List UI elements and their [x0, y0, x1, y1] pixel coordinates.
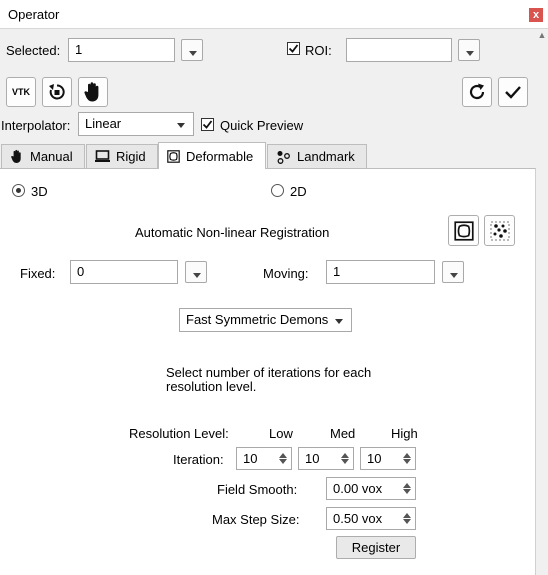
rotate-reset-icon — [49, 84, 65, 100]
field-smooth-value: 0.00 vox — [333, 481, 383, 496]
roi-dropdown-button[interactable] — [458, 39, 480, 61]
instructions-line-2: resolution level. — [166, 379, 257, 394]
tab-rigid-label: Rigid — [116, 149, 146, 164]
deformable-icon — [453, 220, 474, 241]
moving-label: Moving: — [263, 266, 309, 281]
radio-2d-label: 2D — [290, 184, 307, 199]
spin-up-icon[interactable] — [403, 483, 411, 488]
max-step-size-spinbox[interactable]: 0.50 vox — [326, 507, 416, 530]
selected-label: Selected: — [6, 43, 61, 58]
refresh-icon — [469, 83, 485, 100]
spin-down-icon[interactable] — [403, 459, 411, 464]
moving-dropdown-button[interactable] — [442, 261, 464, 283]
close-button[interactable]: x — [529, 8, 543, 22]
monitor-icon — [95, 150, 110, 162]
tab-deformable[interactable]: Deformable — [158, 142, 266, 169]
spin-up-icon[interactable] — [403, 513, 411, 518]
roi-checkbox[interactable] — [287, 42, 300, 55]
resolution-low-label: Low — [269, 426, 293, 441]
title-bar — [0, 0, 548, 29]
refresh-button[interactable] — [462, 77, 492, 107]
spin-up-icon[interactable] — [403, 453, 411, 458]
tab-landmark[interactable]: Landmark — [267, 144, 367, 168]
roi-label: ROI: — [305, 43, 332, 58]
tab-landmark-label: Landmark — [297, 149, 355, 164]
check-icon — [288, 44, 299, 53]
resolution-level-label: Resolution Level: — [129, 426, 229, 441]
resolution-med-label: Med — [330, 426, 356, 441]
iteration-low-value: 10 — [243, 451, 258, 466]
max-step-size-value: 0.50 vox — [333, 511, 383, 526]
quick-preview-checkbox[interactable] — [201, 118, 214, 131]
reset-transform-button[interactable] — [42, 77, 72, 107]
resolution-high-label: High — [391, 426, 418, 441]
register-button-label: Register — [351, 540, 401, 555]
interpolator-select[interactable]: Linear — [78, 112, 194, 136]
spin-down-icon[interactable] — [279, 459, 287, 464]
algorithm-select[interactable]: Fast Symmetric Demons — [179, 308, 352, 332]
algorithm-value: Fast Symmetric Demons — [186, 312, 329, 327]
selected-input[interactable]: 1 — [68, 38, 175, 62]
iteration-high-value: 10 — [367, 451, 382, 466]
tab-manual[interactable]: Manual — [1, 144, 85, 168]
fixed-input[interactable]: 0 — [70, 260, 178, 284]
hand-tool-button[interactable] — [78, 77, 108, 107]
moving-input[interactable]: 1 — [326, 260, 435, 284]
window-title: Operator — [8, 7, 60, 22]
tab-rigid[interactable]: Rigid — [86, 144, 158, 168]
interpolator-label: Interpolator: — [1, 118, 71, 133]
iteration-med-value: 10 — [305, 451, 320, 466]
tab-manual-label: Manual — [30, 149, 73, 164]
registration-heading: Automatic Non-linear Registration — [135, 225, 330, 240]
iteration-low-spinbox[interactable]: 10 — [236, 447, 292, 470]
roi-input[interactable] — [346, 38, 452, 62]
max-step-size-label: Max Step Size: — [212, 512, 300, 527]
iteration-med-spinbox[interactable]: 10 — [298, 447, 354, 470]
selected-dropdown-button[interactable] — [181, 39, 203, 61]
field-smooth-spinbox[interactable]: 0.00 vox — [326, 477, 416, 500]
spin-up-icon[interactable] — [341, 453, 349, 458]
spin-down-icon[interactable] — [403, 519, 411, 524]
dots-icon — [490, 221, 509, 240]
iteration-high-spinbox[interactable]: 10 — [360, 447, 416, 470]
vtk-label: VTK — [12, 87, 30, 97]
fixed-label: Fixed: — [20, 266, 56, 281]
deformable-view-button[interactable] — [448, 215, 479, 246]
deformable-icon — [167, 149, 180, 163]
scroll-up-icon[interactable]: ▲ — [537, 30, 547, 44]
points-view-button[interactable] — [484, 215, 515, 246]
interpolator-value: Linear — [85, 116, 122, 131]
register-button[interactable]: Register — [336, 536, 416, 559]
iteration-label: Iteration: — [173, 452, 224, 467]
spin-down-icon[interactable] — [341, 459, 349, 464]
hand-icon — [11, 149, 21, 163]
radio-2d[interactable] — [271, 184, 284, 197]
fixed-dropdown-button[interactable] — [185, 261, 207, 283]
field-smooth-label: Field Smooth: — [217, 482, 298, 497]
chevron-down-icon — [335, 319, 343, 324]
tab-deformable-label: Deformable — [186, 148, 254, 164]
checkmark-icon — [505, 86, 521, 99]
spin-down-icon[interactable] — [403, 489, 411, 494]
radio-3d[interactable] — [12, 184, 25, 197]
check-icon — [202, 120, 213, 129]
chevron-down-icon — [177, 123, 185, 128]
hand-icon — [84, 82, 99, 102]
landmark-icon — [277, 150, 290, 164]
spin-up-icon[interactable] — [279, 453, 287, 458]
quick-preview-label: Quick Preview — [220, 118, 304, 133]
vtk-button[interactable]: VTK — [6, 77, 36, 107]
instructions-line-1: Select number of iterations for each — [166, 365, 372, 380]
apply-button[interactable] — [498, 77, 528, 107]
radio-3d-label: 3D — [31, 184, 48, 199]
